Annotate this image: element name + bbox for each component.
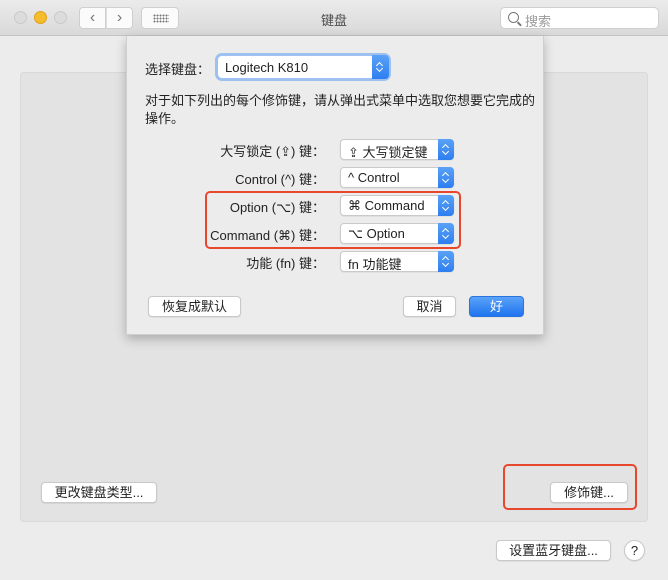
updown-chevron-icon xyxy=(438,139,454,160)
updown-chevron-icon xyxy=(438,223,454,244)
ok-button[interactable]: 好 xyxy=(469,296,524,317)
keyboard-preferences-window: ‹ › 键盘 搜索 更改键盘类型... 修饰键... 设置蓝牙键盘... ? 选… xyxy=(0,0,668,580)
restore-defaults-button[interactable]: 恢复成默认 xyxy=(148,296,241,317)
help-icon: ? xyxy=(630,543,639,558)
updown-chevron-icon xyxy=(438,195,454,216)
keyboard-select-value: Logitech K810 xyxy=(225,60,309,75)
command-key-label: Command (⌘) 键： xyxy=(210,228,325,243)
help-button[interactable]: ? xyxy=(624,540,645,561)
instructions-text: 对于如下列出的每个修饰键，请从弹出式菜单中选取您想要它完成的操作。 xyxy=(145,93,536,126)
caps-lock-key-label: 大写锁定 (⇪) 键： xyxy=(220,144,325,159)
updown-chevron-icon xyxy=(438,167,454,188)
caps-lock-key-value: ⇪ 大写锁定键 xyxy=(348,145,428,160)
modifier-keys-button[interactable]: 修饰键... xyxy=(550,482,628,503)
caps-lock-key-select[interactable]: ⇪ 大写锁定键 xyxy=(340,139,454,160)
search-input[interactable]: 搜索 xyxy=(500,7,659,29)
function-key-value: fn 功能键 xyxy=(348,257,402,272)
updown-chevron-icon xyxy=(438,251,454,272)
option-key-select[interactable]: ⌘ Command xyxy=(340,195,454,216)
select-keyboard-label: 选择键盘： xyxy=(145,62,211,77)
change-keyboard-type-button[interactable]: 更改键盘类型... xyxy=(41,482,157,503)
search-icon xyxy=(508,12,519,23)
option-key-value: ⌘ Command xyxy=(348,198,425,213)
updown-chevron-icon xyxy=(372,55,389,79)
keyboard-select[interactable]: Logitech K810 xyxy=(217,55,389,79)
function-key-label: 功能 (fn) 键： xyxy=(246,256,325,271)
control-key-value: ^ Control xyxy=(348,170,400,185)
command-key-value: ⌥ Option xyxy=(348,226,405,241)
modifier-keys-sheet: 选择键盘： Logitech K810 对于如下列出的每个修饰键，请从弹出式菜单… xyxy=(126,36,544,335)
control-key-label: Control (^) 键： xyxy=(235,172,325,187)
control-key-select[interactable]: ^ Control xyxy=(340,167,454,188)
option-key-label: Option (⌥) 键： xyxy=(229,200,325,215)
cancel-button[interactable]: 取消 xyxy=(403,296,456,317)
function-key-select[interactable]: fn 功能键 xyxy=(340,251,454,272)
title-bar: ‹ › 键盘 搜索 xyxy=(0,0,668,36)
setup-bluetooth-keyboard-button[interactable]: 设置蓝牙键盘... xyxy=(496,540,611,561)
command-key-select[interactable]: ⌥ Option xyxy=(340,223,454,244)
search-placeholder: 搜索 xyxy=(525,14,552,29)
